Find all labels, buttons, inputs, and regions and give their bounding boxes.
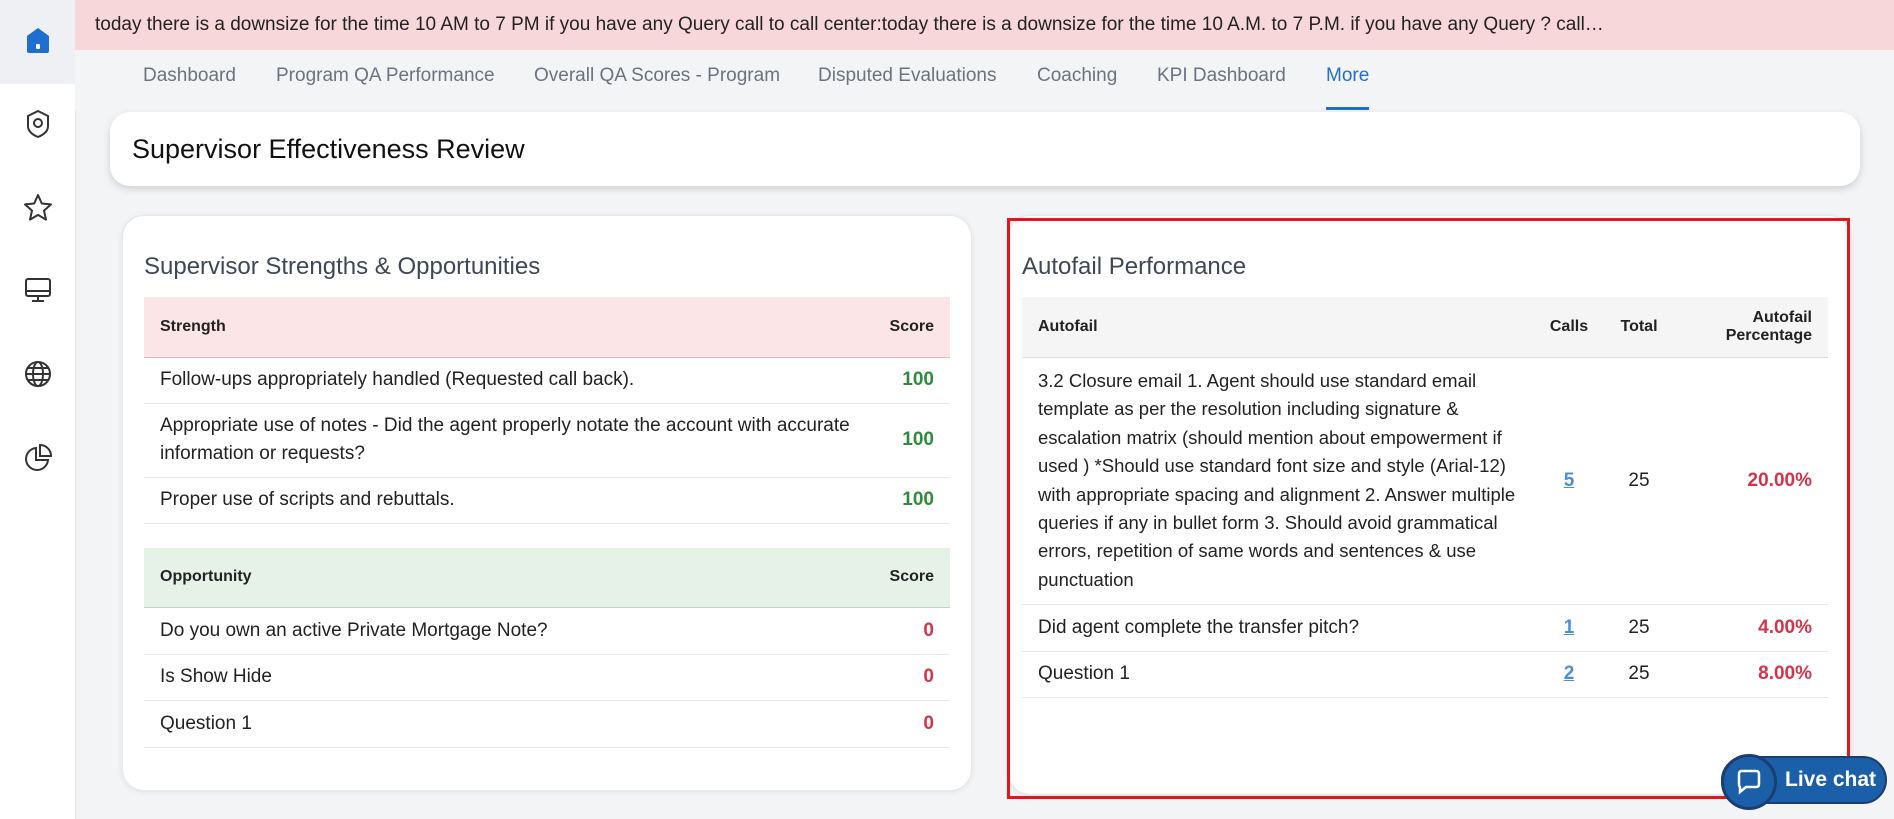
table-row: Question 1 0 xyxy=(144,700,950,748)
table-row: Proper use of scripts and rebuttals. 100 xyxy=(144,477,950,524)
autofail-percentage: 4.00% xyxy=(1674,604,1828,652)
strength-name: Follow-ups appropriately handled (Reques… xyxy=(144,357,874,404)
opportunity-column-header: Opportunity xyxy=(160,568,252,586)
opportunity-score: 0 xyxy=(825,654,950,701)
total-value: 25 xyxy=(1604,604,1674,652)
tab-disputed-evaluations[interactable]: Disputed Evaluations xyxy=(818,50,997,110)
strengths-panel-title: Supervisor Strengths & Opportunities xyxy=(144,253,541,280)
sidebar-item-favorites[interactable] xyxy=(0,180,75,240)
autofail-name: 3.2 Closure email 1. Agent should use st… xyxy=(1022,357,1534,605)
sidebar-item-badge[interactable] xyxy=(0,96,75,156)
opportunities-table: Opportunity Score Do you own an active P… xyxy=(144,548,950,748)
opportunity-score-column-header: Score xyxy=(889,568,934,586)
opportunity-name: Question 1 xyxy=(144,700,826,748)
strength-score: 100 xyxy=(873,403,950,478)
autofail-percentage: 8.00% xyxy=(1674,651,1828,698)
strength-score: 100 xyxy=(873,477,950,524)
autofail-column-header: Autofail xyxy=(1038,317,1098,335)
announcement-banner: today there is a downsize for the time 1… xyxy=(75,0,1894,50)
table-row: Did agent complete the transfer pitch? 1… xyxy=(1022,604,1828,652)
calls-link[interactable]: 2 xyxy=(1564,663,1575,684)
tab-coaching[interactable]: Coaching xyxy=(1037,50,1117,110)
strengths-table: Strength Score Follow-ups appropriately … xyxy=(144,297,950,524)
strength-score-column-header: Score xyxy=(889,317,934,335)
autofail-panel-title: Autofail Performance xyxy=(1022,253,1247,280)
top-tabs: Dashboard Program QA Performance Overall… xyxy=(75,50,1894,110)
tab-kpi-dashboard[interactable]: KPI Dashboard xyxy=(1157,50,1286,110)
strength-name: Appropriate use of notes - Did the agent… xyxy=(144,403,874,478)
calls-link[interactable]: 5 xyxy=(1564,470,1575,491)
strength-score: 100 xyxy=(873,357,950,404)
tab-program-qa-performance[interactable]: Program QA Performance xyxy=(276,50,495,110)
calls-column-header: Calls xyxy=(1549,317,1589,335)
star-icon xyxy=(22,192,54,229)
opportunity-name: Do you own an active Private Mortgage No… xyxy=(144,607,826,655)
opportunity-score: 0 xyxy=(825,607,950,655)
total-value: 25 xyxy=(1604,357,1674,605)
home-icon xyxy=(22,24,54,61)
globe-icon xyxy=(22,358,54,395)
live-chat-button[interactable]: Live chat xyxy=(1721,754,1887,810)
live-chat-label: Live chat xyxy=(1785,768,1877,791)
table-row: Question 1 2 25 8.00% xyxy=(1022,651,1828,698)
tab-more[interactable]: More xyxy=(1326,50,1370,110)
autofail-percentage-column-header: Autofail Percentage xyxy=(1725,308,1812,344)
autofail-name: Did agent complete the transfer pitch? xyxy=(1022,604,1534,652)
strength-column-header: Strength xyxy=(160,317,226,335)
sidebar-item-home[interactable] xyxy=(0,0,75,84)
total-column-header: Total xyxy=(1620,317,1658,335)
pie-chart-icon xyxy=(22,442,54,479)
page-title: Supervisor Effectiveness Review xyxy=(132,134,525,164)
autofail-name: Question 1 xyxy=(1022,651,1534,698)
table-row: Is Show Hide 0 xyxy=(144,654,950,701)
calls-link[interactable]: 1 xyxy=(1564,617,1575,638)
page-title-card: Supervisor Effectiveness Review xyxy=(110,112,1860,186)
opportunity-score: 0 xyxy=(825,700,950,748)
strength-name: Proper use of scripts and rebuttals. xyxy=(144,477,874,524)
chat-bubble-icon xyxy=(1721,754,1777,810)
sidebar-item-reports[interactable] xyxy=(0,430,75,490)
sidebar-item-monitor[interactable] xyxy=(0,262,75,322)
sidebar xyxy=(0,0,76,819)
sidebar-item-globe[interactable] xyxy=(0,346,75,406)
tab-dashboard[interactable]: Dashboard xyxy=(143,50,236,110)
total-value: 25 xyxy=(1604,651,1674,698)
autofail-percentage: 20.00% xyxy=(1674,357,1828,605)
table-row: Follow-ups appropriately handled (Reques… xyxy=(144,357,950,404)
badge-icon xyxy=(22,108,54,145)
opportunity-name: Is Show Hide xyxy=(144,654,826,701)
autofail-table: Autofail Calls Total Autofail Percentage… xyxy=(1022,297,1828,698)
table-row: Do you own an active Private Mortgage No… xyxy=(144,607,950,655)
tab-overall-qa-scores-program[interactable]: Overall QA Scores - Program xyxy=(534,50,780,110)
table-row: 3.2 Closure email 1. Agent should use st… xyxy=(1022,357,1828,605)
monitor-icon xyxy=(22,274,54,311)
table-row: Appropriate use of notes - Did the agent… xyxy=(144,403,950,478)
